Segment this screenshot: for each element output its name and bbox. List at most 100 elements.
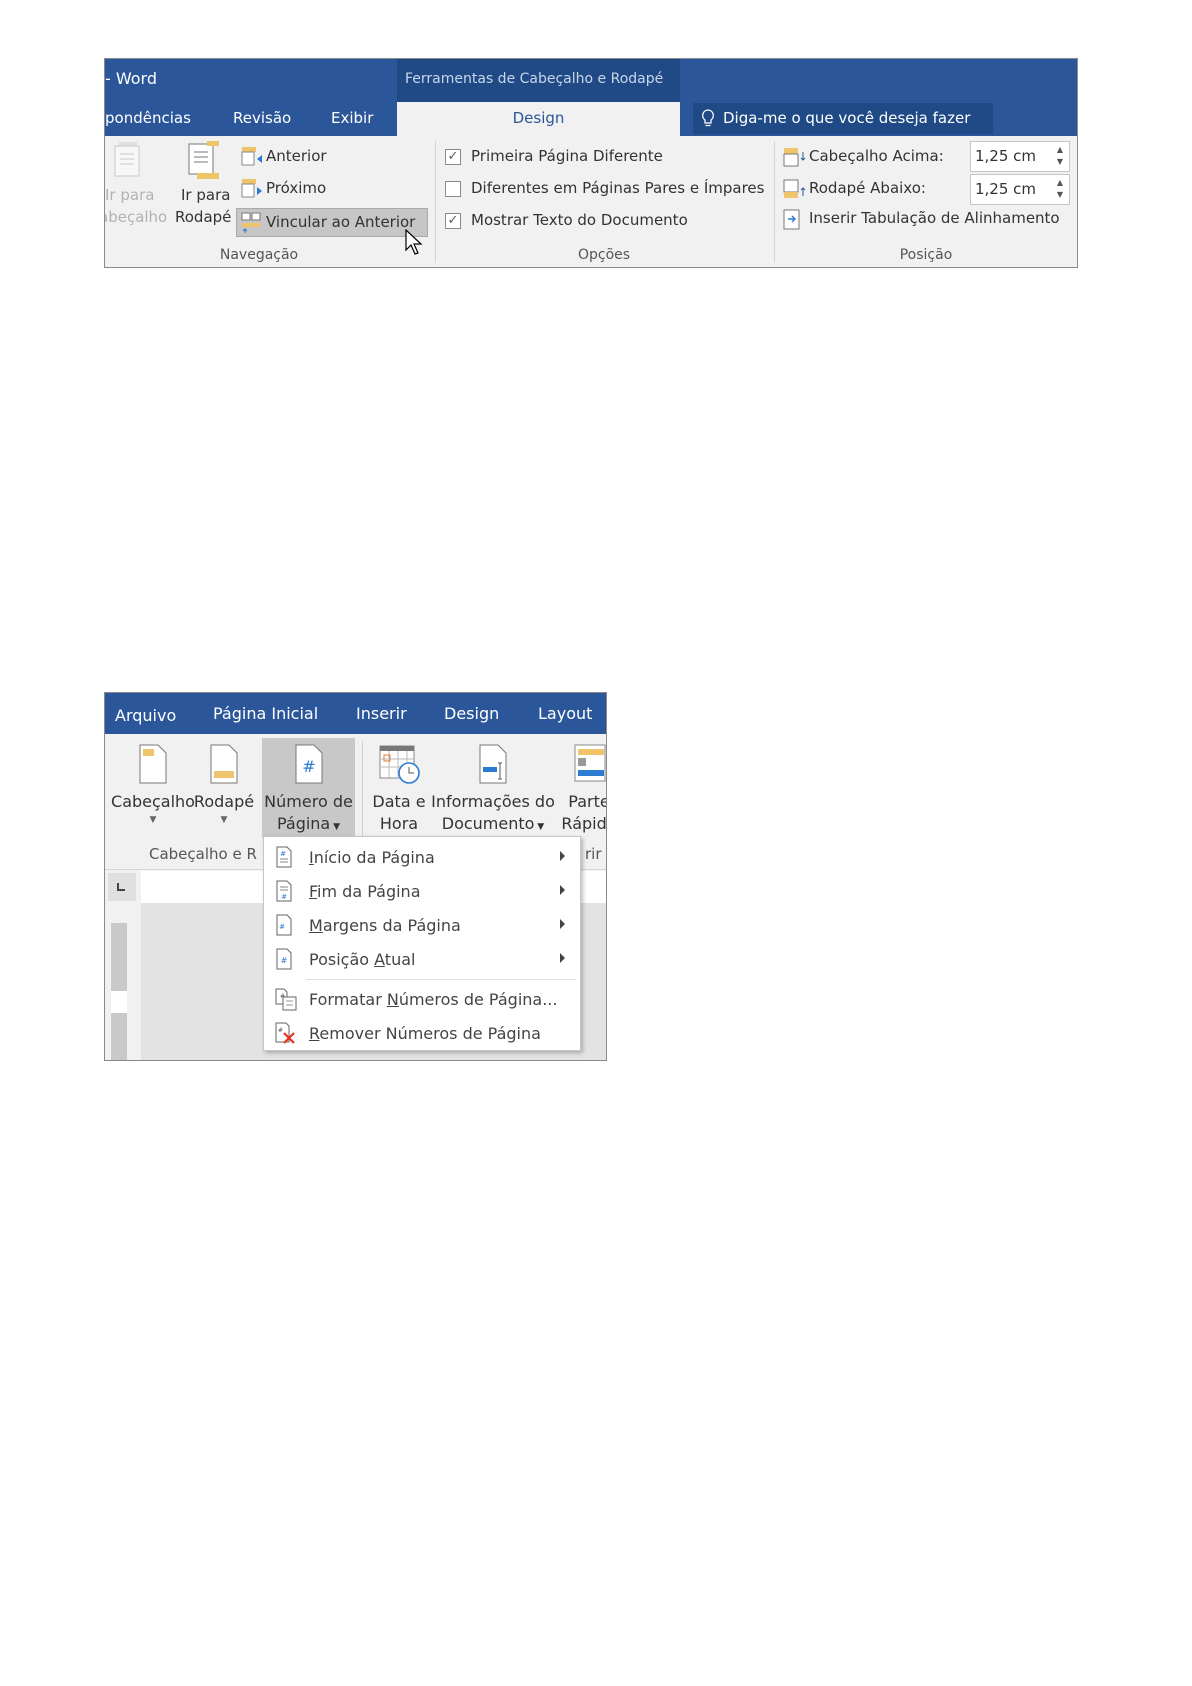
remove-page-numbers-icon: # [275, 1022, 295, 1044]
show-document-text-checkbox[interactable]: ✓ [445, 213, 461, 229]
tab-correspondencias[interactable]: pondências [105, 109, 191, 127]
goto-header-icon [114, 142, 140, 177]
menu-item-label: Margens da Página [309, 916, 461, 935]
odd-even-different-label: Diferentes em Páginas Pares e Ímpares [471, 179, 765, 197]
tab-inserir[interactable]: Inserir [356, 704, 407, 723]
svg-text:#: # [280, 850, 286, 858]
show-document-text-label: Mostrar Texto do Documento [471, 211, 688, 229]
tell-me-text: Diga-me o que você deseja fazer [723, 109, 971, 127]
tab-revisao[interactable]: Revisão [233, 109, 291, 127]
footer-label: Rodapé [193, 792, 255, 811]
link-to-previous-label: Vincular ao Anterior [266, 213, 416, 231]
document-info-button[interactable]: Informações do Documento ▼ [431, 743, 555, 838]
header-top-value: 1,25 cm [975, 147, 1037, 165]
first-page-different-checkbox[interactable]: ✓ [445, 149, 461, 165]
insert-alignment-tab-label: Inserir Tabulação de Alinhamento [809, 209, 1060, 227]
dropdown-arrow-icon: ▼ [149, 815, 157, 825]
date-time-label-1: Data e [372, 792, 426, 811]
spinner-arrows-icon[interactable]: ▲ ▼ [1057, 177, 1063, 201]
menu-item-label: Formatar Números de Página... [309, 990, 558, 1009]
menu-item-label: Posição Atual [309, 950, 416, 969]
document-info-label-2: Documento [441, 814, 535, 833]
header-button[interactable]: Cabeçalho ▼ [109, 743, 197, 827]
contextual-tab-header: Ferramentas de Cabeçalho e Rodapé [397, 59, 680, 102]
contextual-title: Ferramentas de Cabeçalho e Rodapé [405, 71, 664, 87]
group-label-posicao: Posição [899, 247, 953, 263]
group-separator [435, 141, 436, 263]
menu-item-label: Fim da Página [309, 882, 421, 901]
current-position-number-icon: # [276, 948, 292, 970]
menu-item-label: Remover Números de Página [309, 1024, 541, 1043]
vertical-ruler[interactable] [111, 923, 127, 1060]
submenu-arrow-icon [560, 953, 565, 963]
page-top-number-icon: # [276, 846, 292, 868]
page-number-icon: # [295, 744, 322, 784]
submenu-arrow-icon [560, 919, 565, 929]
menu-item-page-margins[interactable]: # Margens da Página [264, 910, 580, 942]
menu-item-current-position[interactable]: # Posição Atual [264, 944, 580, 976]
menu-item-remove-page-numbers[interactable]: # Remover Números de Página [264, 1018, 580, 1050]
menu-item-bottom-of-page[interactable]: # Fim da Página [264, 876, 580, 908]
goto-footer-label-2: Rodapé [175, 208, 232, 226]
tab-pagina-inicial[interactable]: Página Inicial [213, 704, 318, 723]
dropdown-arrow-icon: ▼ [330, 822, 341, 832]
spinner-arrows-icon[interactable]: ▲ ▼ [1057, 144, 1063, 168]
next-icon [241, 179, 262, 198]
tab-stop-selector[interactable] [108, 873, 136, 901]
footer-bottom-label: Rodapé Abaixo: [809, 179, 926, 197]
header-top-spinner[interactable]: 1,25 cm ▲ ▼ [970, 141, 1070, 172]
goto-header-label-2: abeçalho [104, 208, 168, 226]
submenu-arrow-icon [560, 885, 565, 895]
footer-button[interactable]: Rodapé ▼ [187, 743, 261, 827]
page-bottom-number-icon: # [276, 880, 292, 902]
tab-design-label: Design [512, 109, 565, 127]
tab-arquivo[interactable]: Arquivo [115, 706, 176, 725]
page-margin-number-icon: # [276, 914, 292, 936]
dropdown-arrow-icon: ▼ [220, 815, 228, 825]
svg-text:#: # [281, 893, 287, 901]
quick-parts-button[interactable]: Parte Rápida [557, 743, 606, 835]
footer-bottom-spinner[interactable]: 1,25 cm ▲ ▼ [970, 174, 1070, 205]
footer-page-icon [210, 744, 238, 784]
header-label: Cabeçalho [111, 792, 195, 811]
odd-even-different-checkbox[interactable] [445, 181, 461, 197]
previous-button[interactable]: Anterior [239, 145, 419, 171]
tab-design[interactable]: Design [444, 704, 499, 723]
next-button[interactable]: Próximo [239, 177, 419, 203]
svg-text:#: # [279, 923, 285, 931]
format-page-numbers-icon: # [275, 988, 297, 1011]
link-to-previous-button[interactable]: Vincular ao Anterior [236, 208, 428, 237]
page-number-label-2: Página [276, 814, 331, 833]
menu-item-format-page-numbers[interactable]: # Formatar Números de Página... [264, 984, 580, 1016]
goto-header-label-1: Ir para [105, 186, 155, 204]
header-top-icon [783, 148, 806, 167]
window-title: - Word [105, 69, 157, 88]
word-ribbon-header-footer-design: - Word Ferramentas de Cabeçalho e Rodapé… [104, 58, 1078, 268]
tab-layout[interactable]: Layout [538, 704, 592, 723]
page-number-button[interactable]: # Número de Página ▼ [262, 743, 355, 838]
previous-icon [241, 147, 262, 166]
menu-item-label: Início da Página [309, 848, 435, 867]
insert-alignment-tab-button[interactable]: Inserir Tabulação de Alinhamento [781, 207, 1071, 233]
tab-exibir[interactable]: Exibir [331, 109, 373, 127]
group-separator [362, 741, 363, 836]
calendar-clock-icon [379, 745, 420, 784]
menu-item-top-of-page[interactable]: # Início da Página [264, 842, 580, 874]
footer-bottom-value: 1,25 cm [975, 180, 1037, 198]
goto-footer-button[interactable]: Ir para Rodapé [175, 139, 235, 239]
goto-footer-label-1: Ir para [181, 186, 231, 204]
first-page-different-label: Primeira Página Diferente [471, 147, 663, 165]
group-label-navegacao: Navegação [219, 247, 299, 263]
alignment-tab-icon [783, 209, 800, 230]
quick-parts-icon [574, 744, 606, 782]
tab-design[interactable]: Design [397, 102, 680, 136]
svg-text:#: # [302, 757, 315, 776]
date-time-button[interactable]: Data e Hora [367, 743, 431, 835]
menu-separator [306, 979, 576, 980]
goto-header-button[interactable]: Ir para abeçalho [105, 139, 171, 239]
link-to-previous-icon [241, 212, 261, 233]
tell-me-search[interactable]: Diga-me o que você deseja fazer [693, 103, 993, 134]
ruler-white-segment [111, 991, 127, 1013]
dropdown-arrow-icon: ▼ [534, 822, 545, 832]
footer-bottom-icon [783, 179, 806, 198]
